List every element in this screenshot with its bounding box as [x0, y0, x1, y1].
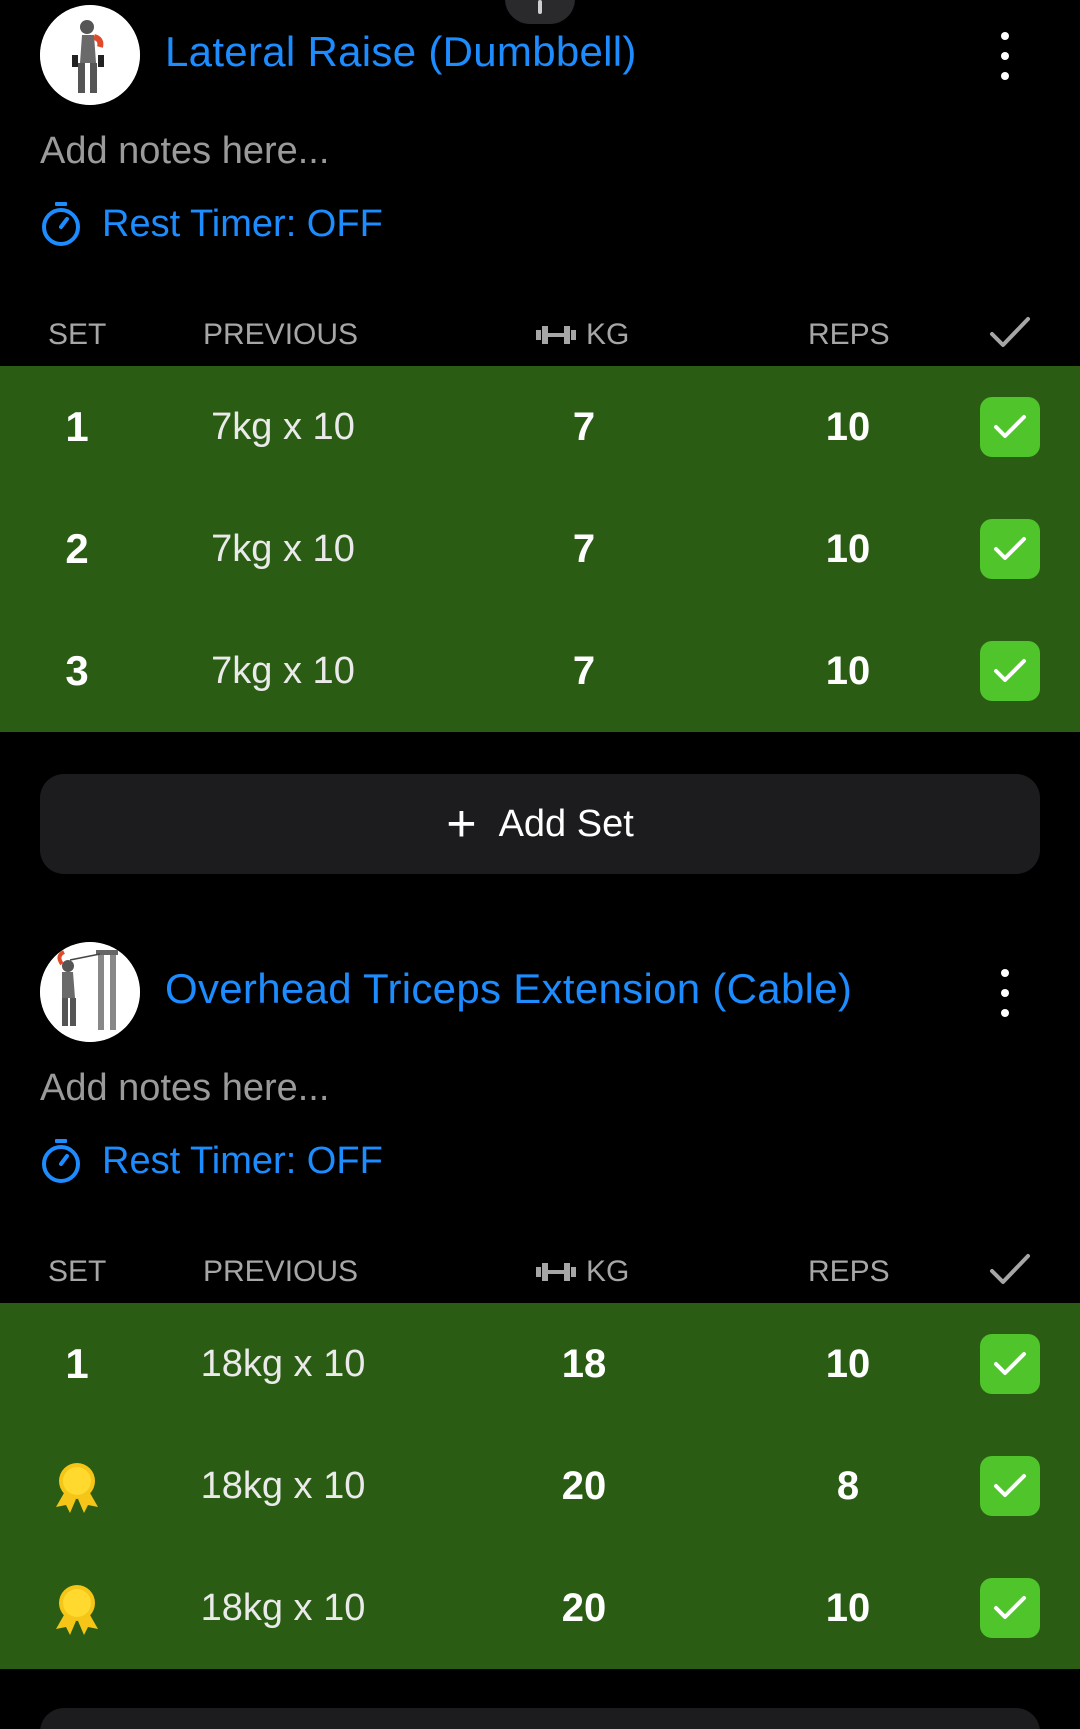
- sets-table: 1 18kg x 10 18 10 18kg x 10 20 8 18kg x …: [0, 1303, 1080, 1669]
- set-row: 2 7kg x 10 7 10: [0, 488, 1080, 610]
- reps-input[interactable]: 10: [788, 1547, 908, 1669]
- rest-timer-button[interactable]: Rest Timer: OFF: [40, 1135, 383, 1187]
- add-set-button[interactable]: + Add Set: [40, 774, 1040, 874]
- kg-input[interactable]: 7: [524, 366, 644, 488]
- complete-set-checkbox[interactable]: [980, 1456, 1040, 1516]
- col-kg: KG: [536, 318, 629, 352]
- col-set: SET: [48, 318, 107, 351]
- kg-input[interactable]: 7: [524, 488, 644, 610]
- col-reps: REPS: [808, 318, 890, 351]
- col-previous: PREVIOUS: [203, 1255, 359, 1288]
- sets-table-header: SET PREVIOUS KG REPS: [0, 310, 1080, 360]
- col-kg: KG: [536, 1255, 629, 1289]
- set-row: 1 18kg x 10 18 10: [0, 1303, 1080, 1425]
- sets-table-header: SET PREVIOUS KG REPS: [0, 1247, 1080, 1297]
- kg-input[interactable]: 18: [524, 1303, 644, 1425]
- set-number[interactable]: 3: [40, 610, 114, 732]
- stopwatch-icon: [42, 1139, 80, 1183]
- reps-input[interactable]: 10: [788, 610, 908, 732]
- exercise-title[interactable]: Lateral Raise (Dumbbell): [165, 28, 637, 76]
- set-row: 1 7kg x 10 7 10: [0, 366, 1080, 488]
- set-row: 3 7kg x 10 7 10: [0, 610, 1080, 732]
- exercise-header: Overhead Triceps Extension (Cable): [40, 937, 1040, 1042]
- check-icon: [994, 1474, 1026, 1497]
- set-number[interactable]: 2: [40, 488, 114, 610]
- exercise-thumbnail[interactable]: [40, 5, 140, 105]
- col-kg-label: KG: [586, 1255, 630, 1288]
- previous-value[interactable]: 7kg x 10: [183, 488, 383, 610]
- notes-input[interactable]: Add notes here...: [40, 130, 329, 173]
- complete-set-checkbox[interactable]: [980, 1578, 1040, 1638]
- col-reps: REPS: [808, 1255, 890, 1288]
- kg-input[interactable]: 7: [524, 610, 644, 732]
- check-icon: [994, 537, 1026, 560]
- col-set: SET: [48, 1255, 107, 1288]
- previous-value[interactable]: 7kg x 10: [183, 366, 383, 488]
- reps-input[interactable]: 10: [788, 1303, 908, 1425]
- kg-input[interactable]: 20: [524, 1547, 644, 1669]
- plus-icon: +: [446, 795, 477, 853]
- complete-set-checkbox[interactable]: [980, 397, 1040, 457]
- set-number[interactable]: 1: [40, 366, 114, 488]
- medal-icon: [56, 1463, 98, 1513]
- check-icon: [994, 1352, 1026, 1375]
- set-row: 18kg x 10 20 10: [0, 1547, 1080, 1669]
- rest-timer-button[interactable]: Rest Timer: OFF: [40, 198, 383, 250]
- dumbbell-icon: [536, 1263, 576, 1281]
- previous-value[interactable]: 18kg x 10: [173, 1425, 393, 1547]
- medal-icon: [56, 1585, 98, 1635]
- more-options-icon[interactable]: [990, 28, 1020, 84]
- col-kg-label: KG: [586, 318, 630, 351]
- kg-input[interactable]: 20: [524, 1425, 644, 1547]
- col-previous: PREVIOUS: [203, 318, 359, 351]
- check-icon: [994, 1596, 1026, 1619]
- reps-input[interactable]: 8: [788, 1425, 908, 1547]
- sets-table: 1 7kg x 10 7 10 2 7kg x 10 7 10 3 7kg x …: [0, 366, 1080, 732]
- stopwatch-icon: [42, 202, 80, 246]
- complete-set-checkbox[interactable]: [980, 641, 1040, 701]
- set-row: 18kg x 10 20 8: [0, 1425, 1080, 1547]
- reps-input[interactable]: 10: [788, 488, 908, 610]
- dumbbell-icon: [536, 326, 576, 344]
- exercise-header: Lateral Raise (Dumbbell): [40, 0, 1040, 105]
- rest-timer-label: Rest Timer: OFF: [102, 1139, 383, 1182]
- check-icon: [994, 659, 1026, 682]
- previous-value[interactable]: 18kg x 10: [173, 1547, 393, 1669]
- previous-value[interactable]: 18kg x 10: [173, 1303, 393, 1425]
- complete-set-checkbox[interactable]: [980, 519, 1040, 579]
- exercise-title[interactable]: Overhead Triceps Extension (Cable): [165, 965, 852, 1013]
- rest-timer-label: Rest Timer: OFF: [102, 202, 383, 245]
- reps-input[interactable]: 10: [788, 366, 908, 488]
- previous-value[interactable]: 7kg x 10: [183, 610, 383, 732]
- check-icon: [994, 415, 1026, 438]
- add-set-button[interactable]: [40, 1708, 1040, 1729]
- add-set-label: Add Set: [498, 802, 634, 845]
- notes-input[interactable]: Add notes here...: [40, 1067, 329, 1110]
- complete-set-checkbox[interactable]: [980, 1334, 1040, 1394]
- more-options-icon[interactable]: [990, 965, 1020, 1021]
- set-number[interactable]: 1: [40, 1303, 114, 1425]
- exercise-thumbnail[interactable]: [40, 942, 140, 1042]
- set-number[interactable]: [40, 1425, 114, 1547]
- check-icon: [990, 317, 1030, 347]
- check-icon: [990, 1254, 1030, 1284]
- set-number[interactable]: [40, 1547, 114, 1669]
